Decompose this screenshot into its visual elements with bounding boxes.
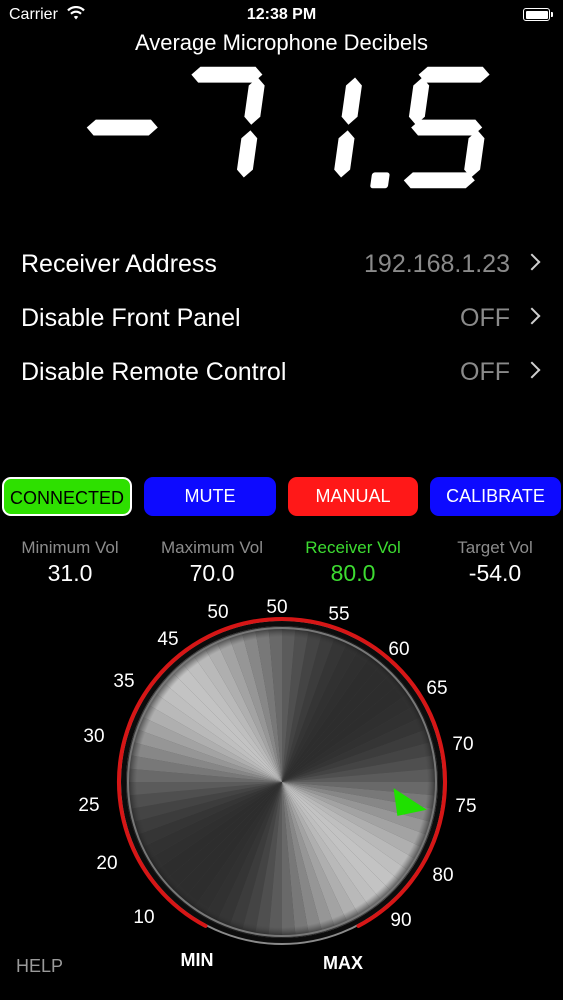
readout-decimal-point	[370, 172, 390, 189]
receiver-address-row[interactable]: Receiver Address 192.168.1.23	[20, 244, 541, 284]
scale-label-80: 80	[432, 865, 453, 886]
disable-remote-control-value: OFF	[460, 358, 510, 386]
scale-label-30: 30	[83, 726, 104, 747]
chevron-right-icon	[523, 253, 541, 271]
readout-segment	[341, 77, 362, 125]
minimum-vol-value: 31.0	[47, 560, 93, 586]
scale-label-70: 70	[452, 734, 473, 755]
scale-label-50b: 50	[266, 597, 287, 618]
minimum-vol-stat: Minimum Vol 31.0	[0, 538, 145, 587]
disable-front-panel-row[interactable]: Disable Front Panel OFF	[20, 298, 541, 338]
maximum-vol-label: Maximum Vol	[160, 538, 264, 557]
scale-label-10: 10	[133, 907, 154, 928]
scale-label-90: 90	[390, 910, 411, 931]
decibel-readout	[86, 66, 490, 189]
scale-label-35: 35	[113, 671, 134, 692]
readout-segment	[408, 77, 430, 125]
help-button[interactable]: HELP	[16, 956, 63, 977]
dial-min-label: MIN	[181, 950, 214, 970]
scale-label-25: 25	[78, 795, 99, 816]
scale-label-60: 60	[388, 639, 409, 660]
target-vol-stat: Target Vol -54.0	[420, 538, 563, 587]
receiver-address-label: Receiver Address	[21, 250, 217, 278]
battery-icon	[523, 8, 553, 21]
manual-button[interactable]: MANUAL	[288, 477, 418, 516]
scale-label-20: 20	[96, 853, 117, 874]
scale-label-45: 45	[157, 629, 178, 650]
receiver-vol-value: 80.0	[330, 560, 376, 586]
readout-segment	[191, 66, 263, 83]
disable-front-panel-label: Disable Front Panel	[21, 304, 241, 332]
readout-segment	[236, 130, 258, 178]
target-vol-value: -54.0	[468, 560, 522, 586]
meter-title: Average Microphone Decibels	[134, 30, 429, 55]
volume-dial[interactable]: 10 20 25 30 35 45 50 50 55 60 65 70 75 8…	[0, 590, 563, 1000]
receiver-vol-label: Receiver Vol	[305, 538, 401, 557]
readout-segment	[403, 172, 475, 189]
scale-label-50a: 50	[207, 602, 228, 623]
scale-label-75: 75	[455, 796, 476, 817]
disable-front-panel-value: OFF	[460, 304, 510, 332]
scale-label-65: 65	[426, 678, 447, 699]
dial-max-label: MAX	[323, 953, 363, 973]
readout-segment	[244, 77, 265, 125]
target-vol-label: Target Vol	[457, 538, 533, 557]
maximum-vol-value: 70.0	[189, 560, 235, 586]
chevron-right-icon	[523, 361, 541, 379]
readout-segment	[334, 130, 355, 178]
status-bar: Carrier 12:38 PM	[0, 0, 563, 30]
readout-segment	[86, 119, 158, 136]
minimum-vol-label: Minimum Vol	[21, 538, 119, 557]
readout-digits	[86, 66, 490, 189]
readout-segment	[464, 130, 485, 178]
maximum-vol-stat: Maximum Vol 70.0	[137, 538, 287, 587]
scale-label-55: 55	[328, 604, 349, 625]
connected-button[interactable]: CONNECTED	[2, 477, 132, 516]
readout-segment	[418, 66, 490, 83]
disable-remote-control-label: Disable Remote Control	[21, 358, 287, 386]
calibrate-button[interactable]: CALIBRATE	[430, 477, 561, 516]
readout-segment	[411, 119, 483, 136]
receiver-address-value: 192.168.1.23	[364, 250, 510, 278]
receiver-vol-stat: Receiver Vol 80.0	[278, 538, 428, 587]
status-time: 12:38 PM	[246, 6, 317, 23]
chevron-right-icon	[523, 307, 541, 325]
mute-button[interactable]: MUTE	[144, 477, 276, 516]
disable-remote-control-row[interactable]: Disable Remote Control OFF	[20, 352, 541, 392]
